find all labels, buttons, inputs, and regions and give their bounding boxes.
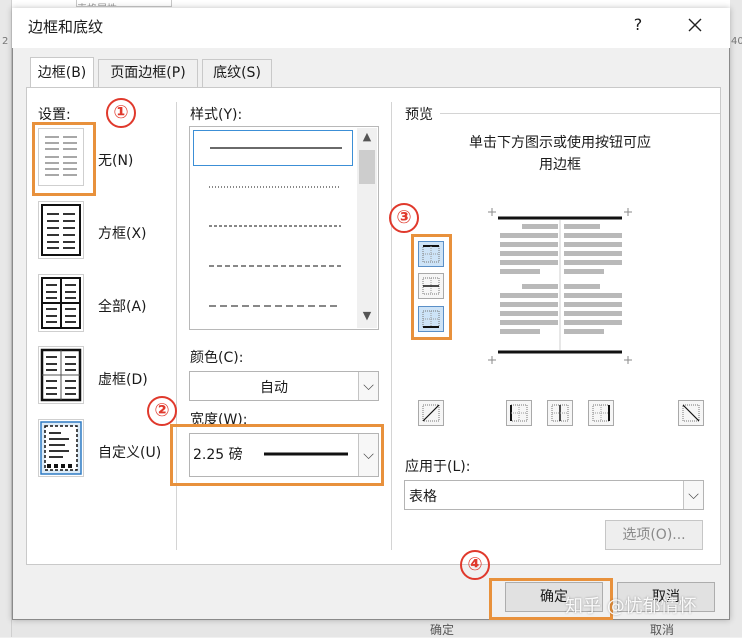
preview-hint: 单击下方图示或使用按钮可应 用边框 [448, 132, 672, 176]
inside-vertical-border-button[interactable] [547, 400, 573, 426]
tab-page-border[interactable]: 页面边框(P) [98, 59, 198, 87]
setting-grid-icon [40, 348, 82, 402]
style-option-dotted[interactable] [193, 170, 353, 206]
apply-to-label: 应用于(L): [405, 459, 471, 475]
setting-none-label[interactable]: 无(N) [98, 150, 133, 170]
scroll-up-icon[interactable]: ▲ [357, 130, 377, 148]
setting-custom-label[interactable]: 自定义(U) [98, 442, 161, 462]
preview-label: 预览 [405, 107, 433, 123]
setting-all[interactable] [38, 274, 84, 332]
apply-to-dropdown[interactable] [404, 480, 704, 510]
setting-box-icon [41, 204, 81, 256]
watermark: 知乎 @忧郁情怀 [565, 596, 697, 617]
setting-box-label[interactable]: 方框(X) [98, 223, 147, 243]
diagonal-down-border-button[interactable] [678, 400, 704, 426]
options-button[interactable]: 选项(O)... [605, 520, 703, 550]
long-dashed-line-icon [209, 305, 341, 307]
close-icon [688, 18, 702, 32]
color-label: 颜色(C): [190, 350, 244, 366]
background-ruler-left: 2 [2, 36, 9, 47]
dense-dashed-line-icon [209, 225, 341, 227]
dotted-line-icon [209, 186, 341, 188]
diagonal-up-border-icon [422, 404, 440, 422]
inside-vertical-border-icon [551, 404, 569, 422]
divider-right [391, 102, 392, 550]
style-option-dashed[interactable] [193, 249, 353, 285]
solid-line-icon [210, 147, 342, 149]
apply-to-value: 表格 [409, 489, 437, 505]
setting-grid-label[interactable]: 虚框(D) [98, 369, 148, 389]
callout-width [170, 424, 384, 486]
dialog-title: 边框和底纹 [28, 18, 104, 36]
setting-all-label[interactable]: 全部(A) [98, 296, 147, 316]
tab-shading[interactable]: 底纹(S) [202, 59, 272, 87]
setting-all-icon [41, 277, 81, 329]
background-right-edge [730, 0, 742, 637]
setting-custom-icon [40, 421, 82, 475]
style-option-long-dashed[interactable] [193, 289, 353, 325]
background-left-edge [0, 0, 12, 637]
step-marker-3: ③ [389, 203, 419, 233]
step-marker-2: ② [147, 396, 177, 426]
dialog-titlebar [12, 8, 730, 48]
right-border-icon [592, 404, 610, 422]
left-border-button[interactable] [506, 400, 532, 426]
left-border-icon [510, 404, 528, 422]
style-label: 样式(Y): [190, 107, 243, 123]
step-marker-1: ① [106, 98, 136, 128]
background-ok: 确定 [430, 623, 455, 637]
settings-label: 设置: [38, 107, 71, 123]
preview-separator [440, 113, 720, 114]
preview-hint-line-2: 用边框 [539, 157, 581, 173]
background-tab: 表格属性 [76, 0, 172, 7]
color-value: 自动 [260, 380, 288, 396]
step-marker-4: ④ [460, 550, 490, 580]
setting-grid[interactable] [38, 346, 84, 404]
diagonal-down-border-icon [682, 404, 700, 422]
callout-border-buttons [411, 234, 452, 340]
setting-box[interactable] [38, 201, 84, 259]
diagonal-up-border-button[interactable] [418, 400, 444, 426]
style-scrollbar-thumb[interactable] [359, 150, 375, 184]
background-ruler-right: 40 [731, 36, 742, 47]
style-option-dense-dashed[interactable] [193, 209, 353, 245]
chevron-down-icon[interactable]: ⌵ [358, 372, 378, 400]
style-option-solid[interactable] [193, 130, 353, 166]
scroll-down-icon[interactable]: ▼ [357, 309, 377, 327]
preview-table[interactable] [488, 208, 636, 370]
close-button[interactable] [684, 12, 706, 38]
right-border-button[interactable] [588, 400, 614, 426]
background-cancel: 取消 [650, 623, 675, 637]
help-button[interactable]: ? [628, 12, 648, 38]
preview-hint-line-1: 单击下方图示或使用按钮可应 [469, 135, 651, 151]
setting-custom[interactable] [38, 419, 84, 477]
background-bottom-bar [12, 618, 730, 637]
chevron-down-icon[interactable]: ⌵ [683, 481, 703, 509]
tab-borders[interactable]: 边框(B) [30, 57, 94, 87]
dashed-line-icon [209, 265, 341, 267]
callout-setting-none [32, 122, 96, 196]
